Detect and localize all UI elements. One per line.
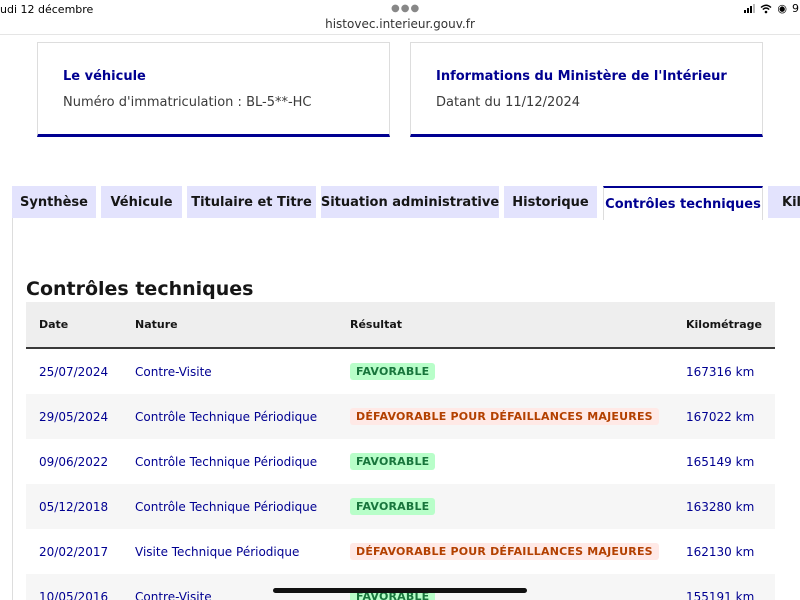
result-badge: DÉFAVORABLE POUR DÉFAILLANCES MAJEURES <box>350 408 659 425</box>
signal-icon <box>744 4 756 13</box>
ministry-card-title: Informations du Ministère de l'Intérieur <box>436 69 727 84</box>
row-km: 155191 km <box>686 590 755 600</box>
row-km: 167022 km <box>686 410 755 424</box>
row-nature: Contre-Visite <box>135 590 212 600</box>
tab-vehicule[interactable]: Véhicule <box>101 186 182 218</box>
row-nature: Contrôle Technique Périodique <box>135 500 318 514</box>
row-nature: Visite Technique Périodique <box>135 545 300 559</box>
row-nature: Contre-Visite <box>135 365 212 379</box>
vehicle-registration: Numéro d'immatriculation : BL-5**-HC <box>63 95 312 110</box>
table-row: 09/06/2022 Contrôle Technique Périodique… <box>26 439 775 484</box>
row-nature: Contrôle Technique Périodique <box>135 455 318 469</box>
row-date: 20/02/2017 <box>39 545 109 559</box>
table-row: 29/05/2024 Contrôle Technique Périodique… <box>26 394 775 439</box>
row-km: 163280 km <box>686 500 755 514</box>
status-date: udi 12 décembre <box>0 3 94 16</box>
result-badge: FAVORABLE <box>350 453 436 470</box>
tab-kilometrage[interactable]: Kilo <box>768 186 800 218</box>
row-date: 09/06/2022 <box>39 455 109 469</box>
location-icon: ◉ <box>777 2 787 15</box>
row-km: 167316 km <box>686 365 755 379</box>
row-km: 165149 km <box>686 455 755 469</box>
header-result: Résultat <box>350 318 403 331</box>
result-badge: FAVORABLE <box>350 363 436 380</box>
tab-historique[interactable]: Historique <box>504 186 597 218</box>
result-badge: FAVORABLE <box>350 498 436 515</box>
more-options-icon[interactable]: ●●● <box>391 3 420 14</box>
table-header: Date Nature Résultat Kilométrage <box>26 302 775 349</box>
status-icons: ◉ 9 <box>744 2 800 15</box>
header-date: Date <box>39 318 69 331</box>
battery-indicator: 9 <box>792 2 799 15</box>
address-bar[interactable]: histovec.interieur.gouv.fr <box>0 17 800 31</box>
ministry-date: Datant du 11/12/2024 <box>436 95 581 110</box>
tab-situation-administrative[interactable]: Situation administrative <box>321 186 499 218</box>
row-date: 10/05/2016 <box>39 590 109 600</box>
row-date: 05/12/2018 <box>39 500 109 514</box>
table-row: 25/07/2024 Contre-Visite FAVORABLE 16731… <box>26 349 775 394</box>
result-badge: DÉFAVORABLE POUR DÉFAILLANCES MAJEURES <box>350 543 659 560</box>
ministry-card: Informations du Ministère de l'Intérieur… <box>410 42 763 137</box>
tab-synthese[interactable]: Synthèse <box>12 186 96 218</box>
wifi-icon <box>760 4 772 13</box>
tab-titulaire-titre[interactable]: Titulaire et Titre <box>187 186 316 218</box>
row-date: 25/07/2024 <box>39 365 109 379</box>
row-nature: Contrôle Technique Périodique <box>135 410 318 424</box>
table-row: 20/02/2017 Visite Technique Périodique D… <box>26 529 775 574</box>
table-row: 05/12/2018 Contrôle Technique Périodique… <box>26 484 775 529</box>
section-title: Contrôles techniques <box>26 278 254 300</box>
home-indicator[interactable] <box>273 588 527 593</box>
header-km: Kilométrage <box>686 318 762 331</box>
toolbar-divider <box>0 34 800 35</box>
vehicle-card-title: Le véhicule <box>63 69 146 84</box>
header-nature: Nature <box>135 318 178 331</box>
table-row: 10/05/2016 Contre-Visite FAVORABLE 15519… <box>26 574 775 600</box>
row-km: 162130 km <box>686 545 755 559</box>
vehicle-card: Le véhicule Numéro d'immatriculation : B… <box>37 42 390 137</box>
tab-controles-techniques[interactable]: Contrôles techniques <box>603 186 763 220</box>
technical-controls-table: Date Nature Résultat Kilométrage 25/07/2… <box>26 302 775 600</box>
row-date: 29/05/2024 <box>39 410 109 424</box>
